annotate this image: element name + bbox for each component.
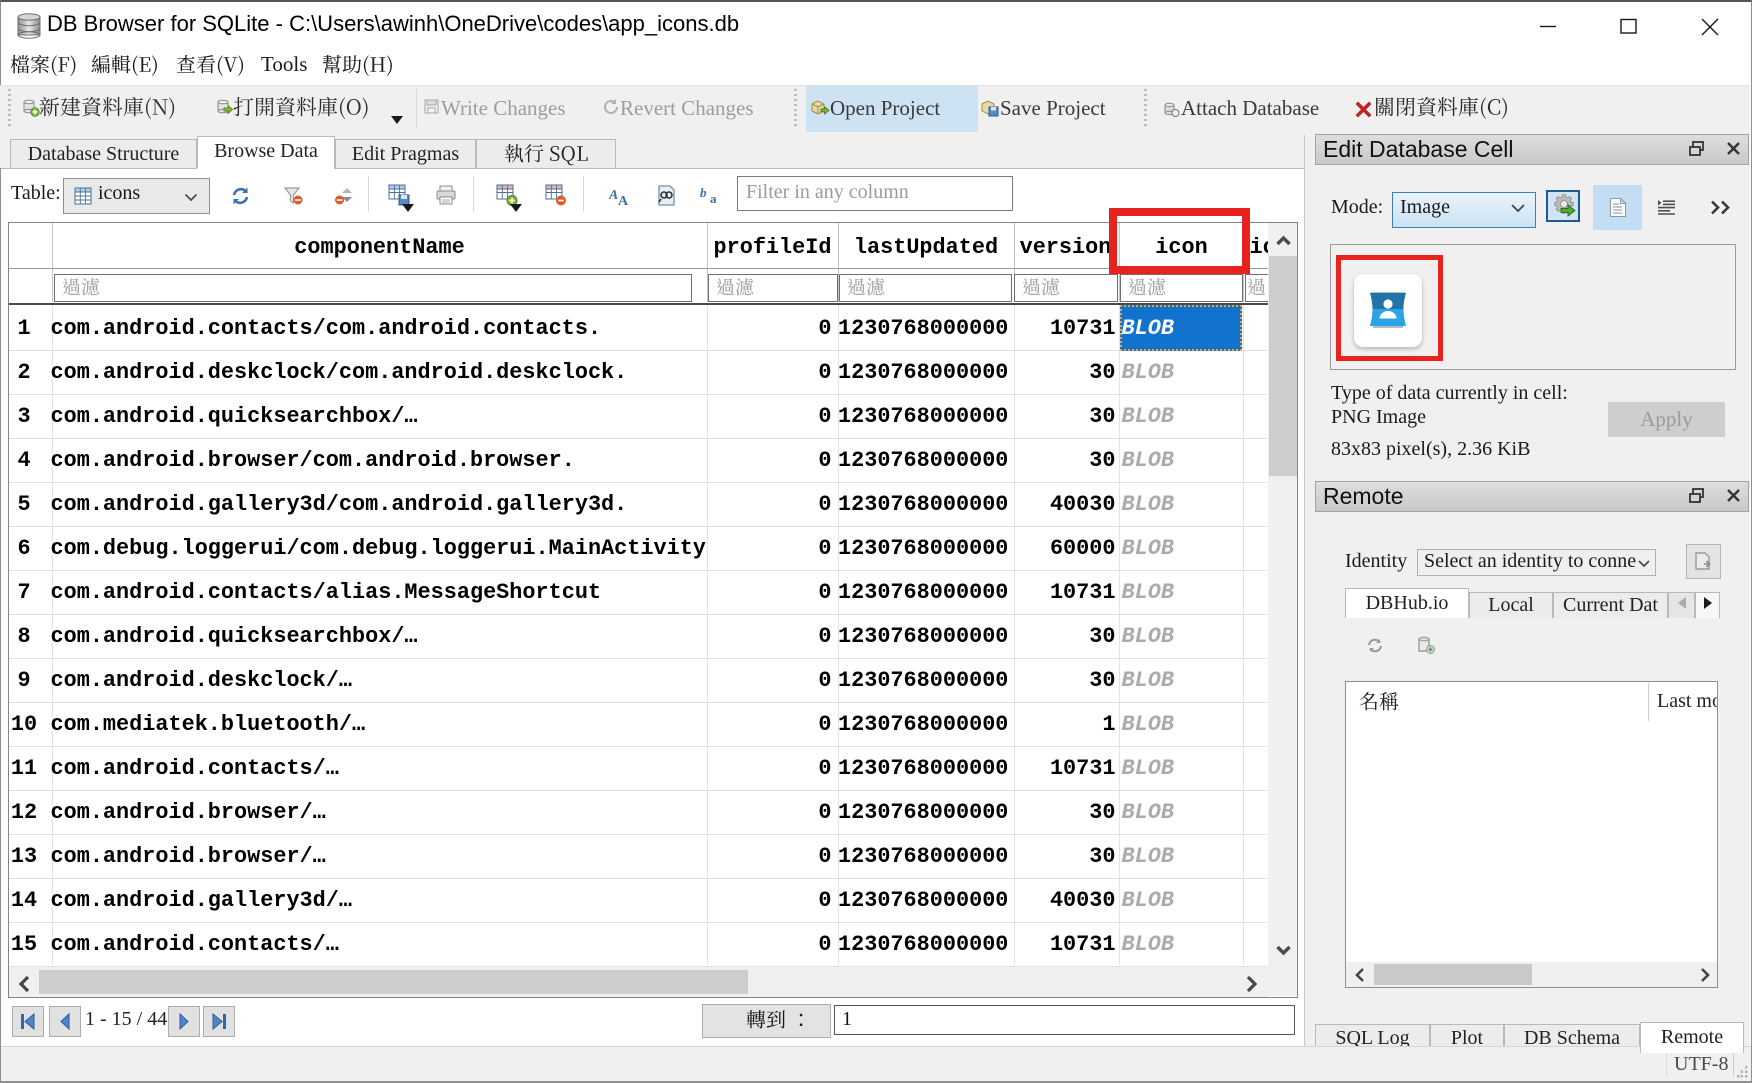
svg-text:A: A (609, 188, 618, 203)
svg-text:b: b (700, 187, 707, 200)
svg-text:a: a (710, 191, 717, 205)
svg-text:A: A (618, 194, 629, 206)
